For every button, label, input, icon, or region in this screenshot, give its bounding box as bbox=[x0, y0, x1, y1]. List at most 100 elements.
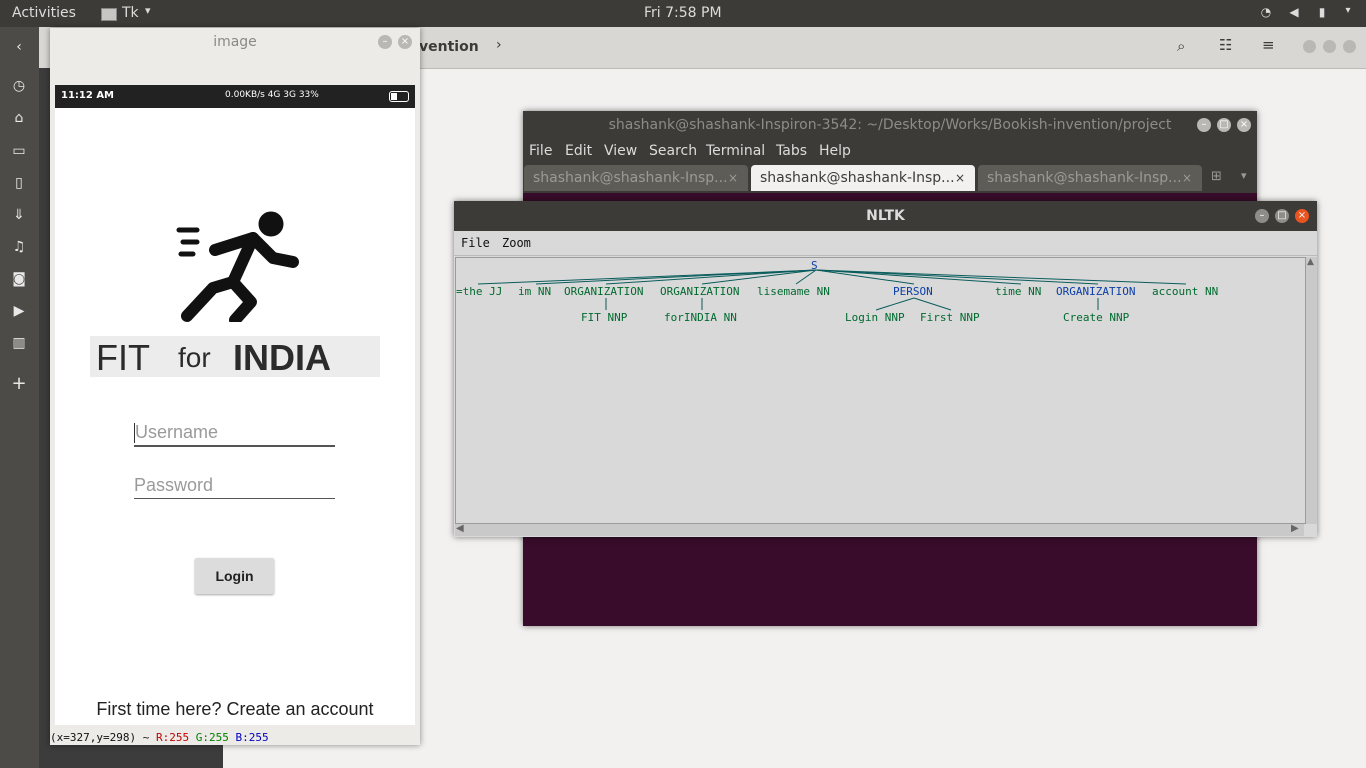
tab-close-icon[interactable]: × bbox=[955, 165, 965, 191]
dock bbox=[0, 27, 39, 768]
tree-edge bbox=[815, 269, 1187, 285]
username-field[interactable]: Username bbox=[134, 421, 335, 447]
vertical-scrollbar[interactable]: ▲ bbox=[1305, 257, 1317, 524]
menu-search[interactable]: Search bbox=[649, 143, 697, 159]
path-next-icon[interactable]: › bbox=[496, 37, 502, 53]
terminal-close-icon[interactable]: × bbox=[1237, 118, 1251, 132]
pixel-readout: (x=327,y=298) ~ R:255 G:255 B:255 bbox=[50, 731, 420, 745]
terminal-menubar: File Edit View Search Terminal Tabs Help bbox=[523, 139, 1257, 165]
image-minimize-icon[interactable]: – bbox=[378, 35, 392, 49]
clock[interactable]: Fri 7:58 PM bbox=[644, 5, 722, 21]
menu-terminal[interactable]: Terminal bbox=[706, 143, 765, 159]
tree-node-label: PERSON bbox=[893, 285, 933, 298]
folder-icon[interactable]: ▭ bbox=[10, 142, 28, 160]
music-icon[interactable]: ♫ bbox=[10, 238, 28, 256]
logo-for: for bbox=[178, 342, 211, 373]
phone-battery-icon bbox=[389, 91, 409, 102]
menu-view[interactable]: View bbox=[604, 143, 637, 159]
path-segment[interactable]: vention bbox=[419, 39, 479, 55]
password-placeholder: Password bbox=[134, 475, 214, 495]
close-icon[interactable] bbox=[1343, 40, 1356, 53]
signup-link[interactable]: First time here? Create an account bbox=[55, 699, 415, 720]
download-icon[interactable]: ⇓ bbox=[10, 206, 28, 224]
tree-leaf: Login NNP bbox=[845, 311, 905, 324]
wifi-icon[interactable]: ◔ bbox=[1258, 5, 1274, 21]
readout-coords: (x=327,y=298) ~ bbox=[50, 731, 150, 744]
nltk-minimize-icon[interactable]: – bbox=[1255, 209, 1269, 223]
app-menu-label[interactable]: Tk bbox=[122, 5, 139, 21]
terminal-minimize-icon[interactable]: – bbox=[1197, 118, 1211, 132]
terminal-tab[interactable]: shashank@shashank-Insp... × bbox=[978, 165, 1202, 191]
camera-icon[interactable]: ◙ bbox=[10, 270, 28, 288]
terminal-title: shashank@shashank-Inspiron-3542: ~/Deskt… bbox=[523, 111, 1257, 139]
tree-node-label: ORGANIZATION bbox=[1056, 285, 1136, 298]
tree-leaf: im NN bbox=[518, 285, 552, 298]
nltk-menu-file[interactable]: File bbox=[461, 236, 490, 250]
hamburger-menu-icon[interactable]: ≡ bbox=[1262, 36, 1275, 54]
recent-icon[interactable]: ◷ bbox=[10, 77, 28, 95]
tree-root: S bbox=[811, 259, 818, 272]
menu-file[interactable]: File bbox=[529, 143, 552, 159]
home-icon[interactable]: ⌂ bbox=[10, 109, 28, 127]
password-field[interactable]: Password bbox=[134, 474, 335, 499]
back-arrow-icon[interactable]: ‹ bbox=[10, 38, 28, 56]
maximize-icon[interactable] bbox=[1323, 40, 1336, 53]
tree-leaf: Create NNP bbox=[1063, 311, 1130, 324]
tree-leaf: FIT NNP bbox=[581, 311, 628, 324]
tree-edge bbox=[535, 269, 817, 285]
menu-edit[interactable]: Edit bbox=[565, 143, 592, 159]
system-menu-chevron-icon[interactable]: ▾ bbox=[1340, 5, 1356, 21]
search-icon[interactable]: ⌕ bbox=[1177, 37, 1185, 55]
tree-leaf: First NNP bbox=[920, 311, 980, 324]
image-close-icon[interactable]: × bbox=[398, 35, 412, 49]
tree-leaf: account NN bbox=[1152, 285, 1219, 298]
tree-leaf: time NN bbox=[995, 285, 1042, 298]
runner-icon bbox=[176, 211, 299, 322]
menu-tabs[interactable]: Tabs bbox=[776, 143, 807, 159]
phone-screenshot: 11:12 AM 0.00KB/s 4G 3G 33% FIT for INDI… bbox=[55, 85, 415, 725]
nltk-maximize-icon[interactable]: □ bbox=[1275, 209, 1289, 223]
battery-icon[interactable]: ▮ bbox=[1314, 5, 1330, 21]
document-icon[interactable]: ▯ bbox=[10, 174, 28, 192]
volume-icon[interactable]: ◀ bbox=[1286, 5, 1302, 21]
tab-close-icon[interactable]: × bbox=[1182, 165, 1192, 191]
tree-leaf: forINDIA NN bbox=[664, 311, 737, 324]
scroll-up-arrow-icon[interactable]: ▲ bbox=[1307, 257, 1314, 267]
menu-help[interactable]: Help bbox=[819, 143, 851, 159]
tree-edge bbox=[913, 297, 952, 311]
tab-label: shashank@shashank-Insp... bbox=[987, 170, 1182, 186]
tab-label: shashank@shashank-Insp... bbox=[760, 170, 955, 186]
login-button[interactable]: Login bbox=[195, 558, 274, 594]
image-window: image – × 11:12 AM 0.00KB/s 4G 3G 33% FI… bbox=[50, 28, 420, 745]
add-icon[interactable]: + bbox=[10, 375, 28, 393]
image-window-title: image bbox=[50, 28, 420, 56]
scroll-right-arrow-icon[interactable]: ▶ bbox=[1291, 523, 1299, 534]
nltk-close-icon[interactable]: × bbox=[1295, 209, 1309, 223]
video-icon[interactable]: ▶ bbox=[10, 302, 28, 320]
terminal-maximize-icon[interactable]: □ bbox=[1217, 118, 1231, 132]
new-tab-icon[interactable]: ⊞ bbox=[1211, 169, 1222, 184]
terminal-tab[interactable]: shashank@shashank-Insp... × bbox=[524, 165, 748, 191]
nltk-menu-zoom[interactable]: Zoom bbox=[502, 236, 531, 250]
scroll-left-arrow-icon[interactable]: ◀ bbox=[456, 523, 464, 534]
tree-node-label: ORGANIZATION bbox=[660, 285, 740, 298]
tab-close-icon[interactable]: × bbox=[728, 165, 738, 191]
horizontal-scrollbar[interactable]: ◀ ▶ bbox=[455, 523, 1304, 536]
minimize-icon[interactable] bbox=[1303, 40, 1316, 53]
activities-button[interactable]: Activities bbox=[12, 5, 76, 21]
logo-fit: FIT bbox=[96, 337, 150, 378]
trash-icon[interactable]: ▥ bbox=[10, 334, 28, 352]
terminal-tab-active[interactable]: shashank@shashank-Insp... × bbox=[751, 165, 975, 191]
view-toggle-icon[interactable]: ☷ bbox=[1219, 36, 1232, 54]
phone-status-indicators: 0.00KB/s 4G 3G 33% bbox=[225, 90, 319, 100]
tabs-menu-chevron-icon[interactable]: ▾ bbox=[1241, 169, 1247, 182]
tree-canvas[interactable]: S =the JJ im NN ORGANIZATION FIT NNP ORG… bbox=[455, 257, 1306, 524]
tree-node-label: ORGANIZATION bbox=[564, 285, 644, 298]
tree-leaf: lisemame NN bbox=[757, 285, 830, 298]
tab-label: shashank@shashank-Insp... bbox=[533, 170, 728, 186]
app-menu-chevron-icon[interactable]: ▾ bbox=[145, 4, 151, 17]
nltk-menubar: File Zoom bbox=[454, 231, 1317, 256]
logo-india: INDIA bbox=[233, 337, 331, 378]
tree-leaf: =the JJ bbox=[456, 285, 503, 298]
readout-green: G:255 bbox=[195, 731, 229, 744]
